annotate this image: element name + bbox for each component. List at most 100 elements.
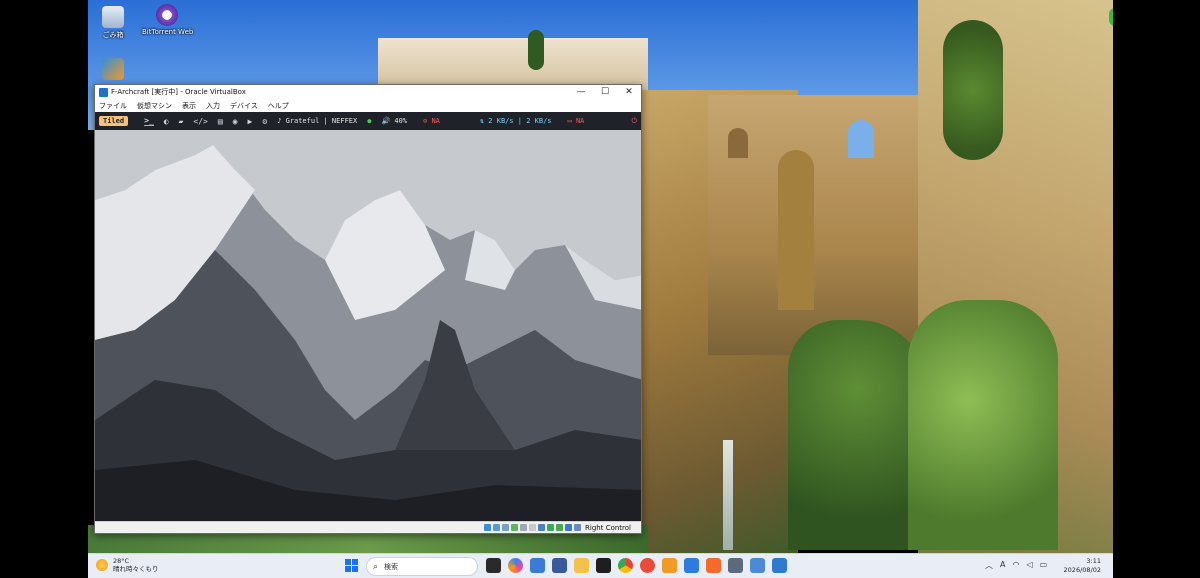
clock-time: 3:11 bbox=[1086, 557, 1101, 565]
wallpaper-waterfall bbox=[723, 440, 733, 550]
theme-icon[interactable]: ◐ bbox=[164, 117, 169, 126]
desktop-icon-bittorrent[interactable]: BitTorrent Web bbox=[142, 4, 194, 36]
start-button[interactable] bbox=[345, 559, 359, 573]
virtualbox-statusbar: Right Control bbox=[95, 521, 641, 533]
usb-icon[interactable] bbox=[520, 524, 528, 531]
mountain-landscape-image bbox=[95, 130, 641, 523]
tray-overflow-chevron-icon[interactable]: ︿ bbox=[985, 560, 993, 571]
maximize-button[interactable]: ☐ bbox=[593, 85, 617, 99]
virtualbox-taskbar-icon[interactable] bbox=[662, 558, 677, 573]
network-indicator: ⇅ 2 KB/s | 2 KB/s bbox=[479, 117, 552, 125]
weather-description: 晴れ時々くもり bbox=[113, 565, 159, 573]
audio-icon[interactable] bbox=[502, 524, 510, 531]
wallpaper-tree bbox=[528, 30, 544, 70]
side-indicator bbox=[1109, 8, 1113, 26]
desktop-icon-recycle-bin[interactable]: ごみ箱 bbox=[88, 6, 138, 40]
code-editor-icon[interactable]: </> bbox=[193, 117, 207, 126]
file-explorer-icon[interactable] bbox=[574, 558, 589, 573]
host-key-label: Right Control bbox=[585, 523, 631, 532]
music-now-playing[interactable]: ♪ Grateful | NEFFEX bbox=[277, 117, 357, 125]
app-notepad-icon[interactable] bbox=[750, 558, 765, 573]
network-adapter-icon[interactable] bbox=[511, 524, 519, 531]
window-titlebar[interactable]: F-Archcraft [実行中] - Oracle VirtualBox — … bbox=[95, 85, 641, 99]
wallpaper-bridge-arch bbox=[778, 150, 814, 310]
chat-icon[interactable]: ◉ bbox=[233, 117, 238, 126]
vscode-icon[interactable] bbox=[684, 558, 699, 573]
chrome-icon[interactable] bbox=[618, 558, 633, 573]
desktop-icon-label: BitTorrent Web bbox=[142, 28, 194, 36]
clock-date: 2026/08/02 bbox=[1063, 566, 1101, 574]
battery-icon[interactable]: ▭ bbox=[1040, 560, 1048, 571]
weather-widget[interactable]: 28°C 晴れ時々くもり bbox=[96, 557, 159, 573]
power-icon[interactable]: ⏻ bbox=[631, 117, 637, 126]
wallpaper-vegetation-top bbox=[943, 20, 1003, 160]
virtualbox-app-icon bbox=[99, 87, 108, 97]
menu-machine[interactable]: 仮想マシン bbox=[137, 101, 172, 111]
folder-icon[interactable]: ▰ bbox=[179, 117, 184, 126]
task-view-icon[interactable] bbox=[486, 558, 501, 573]
recording-icon[interactable] bbox=[547, 524, 555, 531]
recycle-bin-icon bbox=[102, 6, 124, 28]
speaker-icon[interactable]: ◁ bbox=[1026, 560, 1032, 571]
menu-devices[interactable]: デバイス bbox=[230, 101, 258, 111]
taskbar-clock[interactable]: 3:11 2026/08/02 bbox=[1064, 557, 1101, 575]
windows-logo-icon bbox=[352, 559, 358, 565]
guest-status-bar: Tiled >_ ◐ ▰ </> ▤ ◉ ▶ ⚙ ♪ Grateful | NE… bbox=[95, 112, 641, 130]
app-orange-icon[interactable] bbox=[706, 558, 721, 573]
wallpaper-bridge-arch-upper bbox=[848, 120, 874, 158]
app-red-icon[interactable] bbox=[640, 558, 655, 573]
keyboard-icon[interactable] bbox=[574, 524, 582, 531]
mouse-integration-icon[interactable] bbox=[565, 524, 573, 531]
wallpaper-vegetation-middle bbox=[788, 320, 928, 550]
weather-sun-icon bbox=[96, 559, 108, 571]
window-title: F-Archcraft [実行中] - Oracle VirtualBox bbox=[111, 88, 246, 96]
close-button[interactable]: ✕ bbox=[617, 85, 641, 99]
bittorrent-icon bbox=[156, 4, 178, 26]
menu-input[interactable]: 入力 bbox=[206, 101, 220, 111]
desktop-icon-virtualbox[interactable] bbox=[88, 58, 138, 80]
wallpaper-vegetation-right bbox=[908, 300, 1058, 550]
taskbar-search[interactable]: ⌕ 検索 bbox=[366, 557, 478, 576]
play-icon[interactable]: ● bbox=[367, 117, 371, 125]
shared-folder-icon[interactable] bbox=[529, 524, 537, 531]
minimize-button[interactable]: — bbox=[569, 85, 593, 99]
app-virtualbox-window-icon[interactable] bbox=[772, 558, 787, 573]
virtualbox-shortcut-icon bbox=[102, 58, 124, 80]
menubar: ファイル 仮想マシン 表示 入力 デバイス ヘルプ bbox=[95, 99, 641, 112]
volume-indicator[interactable]: 🔊 40% bbox=[381, 117, 407, 125]
virtualbox-window[interactable]: F-Archcraft [実行中] - Oracle VirtualBox — … bbox=[94, 84, 642, 534]
video-icon[interactable]: ▶ bbox=[247, 117, 252, 126]
taskbar: 28°C 晴れ時々くもり ⌕ 検索 ︿ A ◠ ◁ ▭ 3:11 2026/08… bbox=[88, 553, 1113, 578]
layout-indicator[interactable]: Tiled bbox=[99, 116, 129, 126]
copilot-icon[interactable] bbox=[508, 558, 523, 573]
menu-help[interactable]: ヘルプ bbox=[268, 101, 289, 111]
menu-file[interactable]: ファイル bbox=[99, 101, 127, 111]
guest-display-wallpaper[interactable] bbox=[95, 130, 641, 523]
menu-view[interactable]: 表示 bbox=[182, 101, 196, 111]
windows-logo-icon bbox=[345, 559, 351, 565]
ime-indicator[interactable]: A bbox=[1000, 560, 1005, 571]
harddisk-icon[interactable] bbox=[484, 524, 492, 531]
cpu-activity-icon[interactable] bbox=[556, 524, 564, 531]
battery-indicator: ▭ NA bbox=[567, 117, 585, 125]
weather-temperature: 28°C bbox=[113, 557, 130, 565]
desktop-icon-label: ごみ箱 bbox=[102, 31, 124, 39]
app-gray-icon[interactable] bbox=[728, 558, 743, 573]
store-icon[interactable] bbox=[552, 558, 567, 573]
wallpaper-building bbox=[378, 38, 648, 90]
search-icon: ⌕ bbox=[373, 561, 379, 572]
display-icon[interactable] bbox=[538, 524, 546, 531]
windows-logo-icon bbox=[352, 566, 358, 572]
settings-gear-icon[interactable]: ⚙ bbox=[262, 117, 267, 126]
optical-drive-icon[interactable] bbox=[493, 524, 501, 531]
terminal-app-icon[interactable] bbox=[596, 558, 611, 573]
system-tray: ︿ A ◠ ◁ ▭ bbox=[985, 560, 1047, 571]
terminal-icon[interactable]: >_ bbox=[144, 116, 154, 126]
search-placeholder: 検索 bbox=[384, 562, 399, 571]
taskbar-apps bbox=[486, 558, 787, 573]
wallpaper-bridge-arch-left bbox=[728, 128, 748, 158]
wifi-icon[interactable]: ◠ bbox=[1012, 560, 1019, 571]
notes-icon[interactable]: ▤ bbox=[218, 117, 223, 126]
cpu-indicator: ⊙ NA bbox=[423, 117, 440, 125]
photos-icon[interactable] bbox=[530, 558, 545, 573]
